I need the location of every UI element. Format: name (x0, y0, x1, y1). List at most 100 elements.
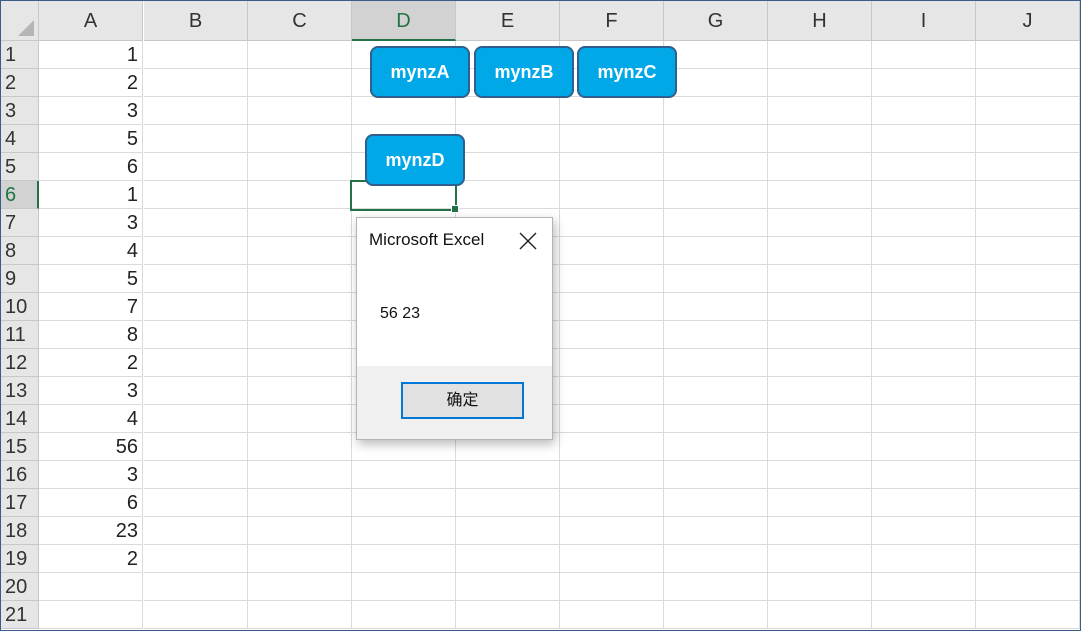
cell-i17[interactable] (872, 489, 976, 517)
cell-b5[interactable] (144, 153, 248, 181)
cell-e5[interactable] (456, 153, 560, 181)
cell-c13[interactable] (248, 377, 352, 405)
cell-a18[interactable]: 23 (39, 517, 143, 545)
cell-a13[interactable]: 3 (39, 377, 143, 405)
cell-c9[interactable] (248, 265, 352, 293)
cell-f19[interactable] (560, 545, 664, 573)
column-header-c[interactable]: C (248, 1, 352, 41)
cell-i12[interactable] (872, 349, 976, 377)
cell-j3[interactable] (976, 97, 1080, 125)
row-header-7[interactable]: 7 (1, 209, 39, 237)
cell-j19[interactable] (976, 545, 1080, 573)
cell-g8[interactable] (664, 237, 768, 265)
cell-b21[interactable] (144, 601, 248, 629)
cell-a20[interactable] (39, 573, 143, 601)
cell-i3[interactable] (872, 97, 976, 125)
cell-b2[interactable] (144, 69, 248, 97)
cell-h5[interactable] (768, 153, 872, 181)
cell-b10[interactable] (144, 293, 248, 321)
cell-j18[interactable] (976, 517, 1080, 545)
column-header-b[interactable]: B (144, 1, 248, 41)
cell-j17[interactable] (976, 489, 1080, 517)
shape-button-mynzc[interactable]: mynzC (577, 46, 677, 98)
cell-b11[interactable] (144, 321, 248, 349)
row-header-20[interactable]: 20 (1, 573, 39, 601)
row-header-4[interactable]: 4 (1, 125, 39, 153)
cell-b20[interactable] (144, 573, 248, 601)
cell-d21[interactable] (352, 601, 456, 629)
cell-b9[interactable] (144, 265, 248, 293)
row-header-19[interactable]: 19 (1, 545, 39, 573)
cell-f18[interactable] (560, 517, 664, 545)
cell-c17[interactable] (248, 489, 352, 517)
cell-i19[interactable] (872, 545, 976, 573)
cell-g5[interactable] (664, 153, 768, 181)
column-header-i[interactable]: I (872, 1, 976, 41)
shape-button-mynza[interactable]: mynzA (370, 46, 470, 98)
cell-h1[interactable] (768, 41, 872, 69)
cell-g4[interactable] (664, 125, 768, 153)
cell-h10[interactable] (768, 293, 872, 321)
cell-b1[interactable] (144, 41, 248, 69)
cell-c20[interactable] (248, 573, 352, 601)
cell-a17[interactable]: 6 (39, 489, 143, 517)
cell-c4[interactable] (248, 125, 352, 153)
cell-g1[interactable] (664, 41, 768, 69)
cell-c6[interactable] (248, 181, 352, 209)
close-icon[interactable] (517, 230, 539, 252)
cell-d17[interactable] (352, 489, 456, 517)
cell-g18[interactable] (664, 517, 768, 545)
ok-button[interactable]: 确定 (401, 382, 524, 419)
cell-b16[interactable] (144, 461, 248, 489)
cell-c19[interactable] (248, 545, 352, 573)
cell-c7[interactable] (248, 209, 352, 237)
cell-h21[interactable] (768, 601, 872, 629)
cell-f8[interactable] (560, 237, 664, 265)
shape-button-mynzd[interactable]: mynzD (365, 134, 465, 186)
cell-c8[interactable] (248, 237, 352, 265)
shape-button-mynzb[interactable]: mynzB (474, 46, 574, 98)
cell-f7[interactable] (560, 209, 664, 237)
cell-i18[interactable] (872, 517, 976, 545)
cell-g10[interactable] (664, 293, 768, 321)
column-header-e[interactable]: E (456, 1, 560, 41)
cell-h20[interactable] (768, 573, 872, 601)
cell-j8[interactable] (976, 237, 1080, 265)
cell-f15[interactable] (560, 433, 664, 461)
cell-f5[interactable] (560, 153, 664, 181)
cell-i20[interactable] (872, 573, 976, 601)
cell-j21[interactable] (976, 601, 1080, 629)
cell-i13[interactable] (872, 377, 976, 405)
select-all-corner[interactable] (1, 1, 39, 41)
cell-h6[interactable] (768, 181, 872, 209)
row-header-18[interactable]: 18 (1, 517, 39, 545)
cell-a3[interactable]: 3 (39, 97, 143, 125)
cell-b12[interactable] (144, 349, 248, 377)
cell-h16[interactable] (768, 461, 872, 489)
cell-g21[interactable] (664, 601, 768, 629)
cell-i8[interactable] (872, 237, 976, 265)
column-header-f[interactable]: F (560, 1, 664, 41)
cell-b13[interactable] (144, 377, 248, 405)
cell-i21[interactable] (872, 601, 976, 629)
cell-i15[interactable] (872, 433, 976, 461)
cell-j2[interactable] (976, 69, 1080, 97)
cell-e3[interactable] (456, 97, 560, 125)
cell-b14[interactable] (144, 405, 248, 433)
cell-j6[interactable] (976, 181, 1080, 209)
cell-c1[interactable] (248, 41, 352, 69)
cell-j20[interactable] (976, 573, 1080, 601)
cell-g13[interactable] (664, 377, 768, 405)
cell-b18[interactable] (144, 517, 248, 545)
row-header-2[interactable]: 2 (1, 69, 39, 97)
cell-h19[interactable] (768, 545, 872, 573)
cell-h4[interactable] (768, 125, 872, 153)
cell-g7[interactable] (664, 209, 768, 237)
cell-d20[interactable] (352, 573, 456, 601)
cell-h18[interactable] (768, 517, 872, 545)
cell-e6[interactable] (456, 181, 560, 209)
cell-h3[interactable] (768, 97, 872, 125)
cell-g16[interactable] (664, 461, 768, 489)
cell-j11[interactable] (976, 321, 1080, 349)
cell-a15[interactable]: 56 (39, 433, 143, 461)
